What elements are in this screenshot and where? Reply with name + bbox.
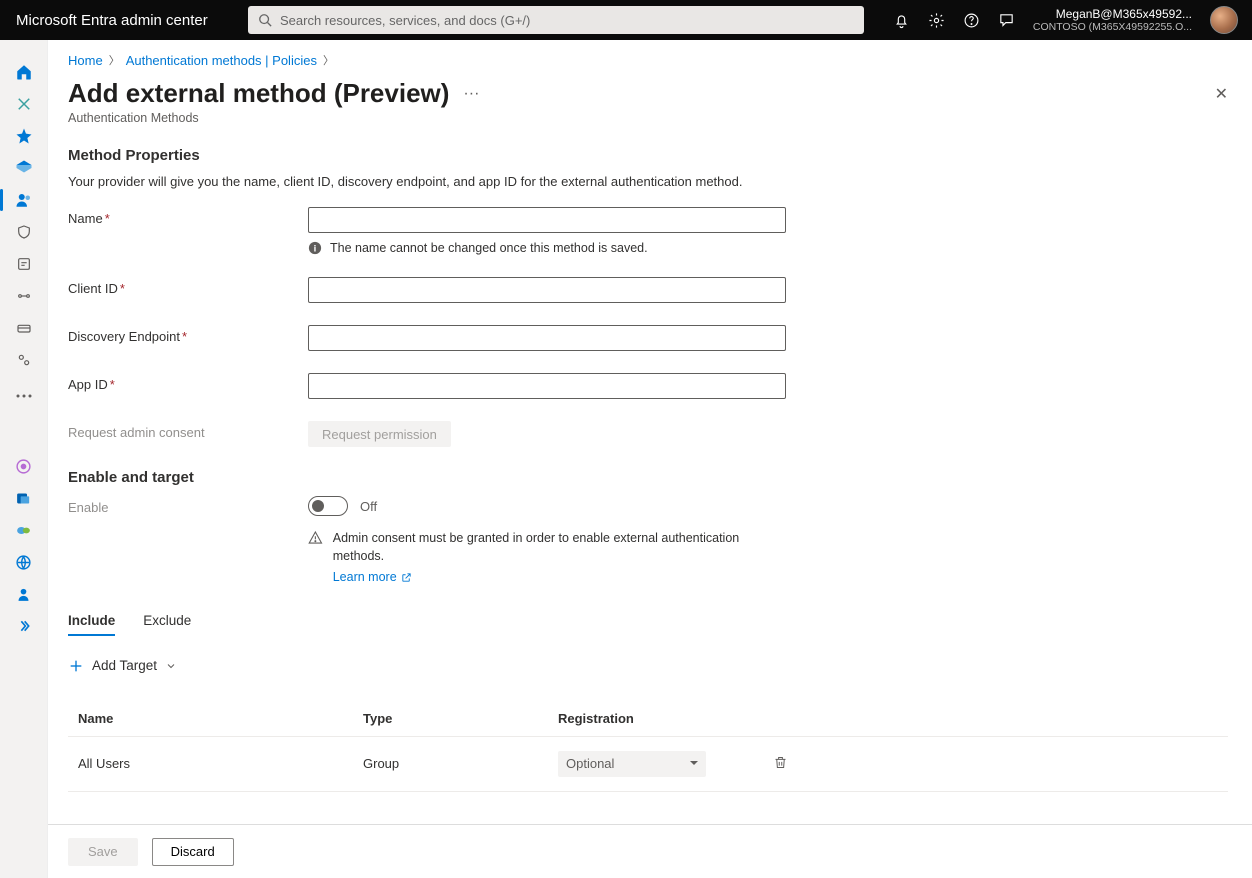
left-nav-rail (0, 40, 48, 878)
learn-more-link[interactable]: Learn more (333, 569, 412, 587)
tab-include[interactable]: Include (68, 613, 115, 636)
nav-home-icon[interactable] (8, 58, 40, 86)
section-enable-target: Enable and target (68, 469, 1228, 486)
discovery-label: Discovery Endpoint* (68, 325, 308, 344)
save-button[interactable]: Save (68, 838, 138, 866)
client-id-label: Client ID* (68, 277, 308, 296)
registration-select[interactable]: Optional (558, 751, 706, 777)
discovery-input[interactable] (308, 325, 786, 351)
topbar-right: MeganB@M365x49592... CONTOSO (M365X49592… (893, 0, 1252, 40)
nav-settings-icon[interactable] (8, 346, 40, 374)
close-icon[interactable]: ✕ (1215, 84, 1232, 104)
nav-more-icon[interactable] (8, 382, 40, 410)
more-actions-icon[interactable]: ··· (463, 85, 479, 103)
nav-app3-icon[interactable] (8, 516, 40, 544)
user-block[interactable]: MeganB@M365x49592... CONTOSO (M365X49592… (1033, 7, 1192, 34)
nav-identity-icon[interactable] (8, 154, 40, 182)
footer-bar: Save Discard (48, 824, 1252, 878)
section-method-properties: Method Properties (68, 147, 1228, 164)
warning-text: Admin consent must be granted in order t… (333, 531, 740, 563)
col-header-name: Name (68, 703, 353, 737)
brand-title: Microsoft Entra admin center (0, 12, 248, 29)
page-subtitle: Authentication Methods (68, 111, 1232, 125)
nav-users-icon[interactable] (8, 186, 40, 214)
breadcrumb-auth-methods[interactable]: Authentication methods | Policies (126, 53, 317, 68)
col-header-registration: Registration (548, 703, 763, 737)
nav-billing-icon[interactable] (8, 314, 40, 342)
chevron-right-icon: 〉 (109, 52, 120, 68)
row-name: All Users (68, 736, 353, 791)
name-label: Name* (68, 207, 308, 226)
nav-favorites-icon[interactable] (8, 122, 40, 150)
search-placeholder: Search resources, services, and docs (G+… (280, 13, 530, 28)
tab-exclude[interactable]: Exclude (143, 613, 191, 636)
top-bar: Microsoft Entra admin center Search reso… (0, 0, 1252, 40)
svg-text:i: i (314, 244, 317, 255)
search-icon (258, 13, 272, 27)
chevron-down-icon (165, 660, 177, 672)
nav-governance-icon[interactable] (8, 250, 40, 278)
delete-row-icon[interactable] (773, 758, 788, 773)
target-tabs: Include Exclude (68, 613, 1228, 636)
nav-app5-icon[interactable] (8, 580, 40, 608)
add-target-button[interactable]: Add Target (68, 658, 177, 674)
add-target-label: Add Target (92, 658, 157, 673)
nav-expand-icon[interactable] (8, 612, 40, 640)
external-link-icon (401, 572, 412, 583)
client-id-input[interactable] (308, 277, 786, 303)
nav-app1-icon[interactable] (8, 452, 40, 480)
enable-toggle[interactable] (308, 496, 348, 516)
discard-button[interactable]: Discard (152, 838, 234, 866)
nav-diagnose-icon[interactable] (8, 90, 40, 118)
user-tenant: CONTOSO (M365X49592255.O... (1033, 21, 1192, 34)
nav-protection-icon[interactable] (8, 218, 40, 246)
section-description: Your provider will give you the name, cl… (68, 174, 1228, 189)
user-name: MeganB@M365x49592... (1033, 7, 1192, 21)
notifications-icon[interactable] (893, 12, 910, 29)
nav-app2-icon[interactable] (8, 484, 40, 512)
main-panel: Home 〉 Authentication methods | Policies… (48, 40, 1252, 878)
breadcrumb: Home 〉 Authentication methods | Policies… (68, 52, 1232, 68)
nav-app4-icon[interactable] (8, 548, 40, 576)
nav-external-icon[interactable] (8, 282, 40, 310)
plus-icon (68, 658, 84, 674)
consent-label: Request admin consent (68, 421, 308, 440)
page-title-bar: Add external method (Preview) ··· ✕ (68, 78, 1232, 109)
feedback-icon[interactable] (998, 12, 1015, 29)
warning-icon (308, 530, 323, 545)
global-search[interactable]: Search resources, services, and docs (G+… (248, 6, 864, 34)
name-help-text: The name cannot be changed once this met… (330, 241, 648, 255)
col-header-type: Type (353, 703, 548, 737)
table-row: All Users Group Optional (68, 736, 1228, 791)
breadcrumb-home[interactable]: Home (68, 53, 103, 68)
info-icon: i (308, 241, 322, 255)
avatar[interactable] (1210, 6, 1238, 34)
chevron-right-icon: 〉 (323, 52, 334, 68)
app-id-input[interactable] (308, 373, 786, 399)
help-icon[interactable] (963, 12, 980, 29)
name-input[interactable] (308, 207, 786, 233)
targets-table: Name Type Registration All Users Group O… (68, 703, 1228, 792)
settings-icon[interactable] (928, 12, 945, 29)
enable-label: Enable (68, 496, 308, 515)
toggle-state-label: Off (360, 499, 377, 514)
page-title: Add external method (Preview) (68, 78, 449, 109)
request-permission-button[interactable]: Request permission (308, 421, 451, 447)
row-type: Group (353, 736, 548, 791)
page-content: Method Properties Your provider will giv… (68, 147, 1232, 824)
app-id-label: App ID* (68, 373, 308, 392)
